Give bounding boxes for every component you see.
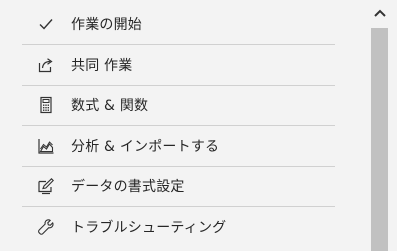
menu-item-data-formatting[interactable]: データの書式設定 [22, 166, 335, 206]
calculator-icon [36, 95, 56, 115]
wrench-icon [36, 217, 56, 237]
scrollbar-thumb[interactable] [371, 28, 388, 251]
menu-item-troubleshooting[interactable]: トラブルシューティング [22, 207, 335, 247]
menu-item-label: 分析 & インポートする [71, 139, 220, 155]
vertical-scrollbar[interactable] [362, 0, 397, 251]
share-icon [36, 55, 56, 75]
menu-item-collaboration[interactable]: 共同 作業 [22, 45, 335, 85]
checkmark-icon [36, 14, 56, 34]
chevron-up-icon [373, 3, 387, 22]
menu-item-analyze-import[interactable]: 分析 & インポートする [22, 126, 335, 166]
menu-item-label: 数式 & 関数 [71, 98, 149, 114]
menu-item-label: データの書式設定 [71, 179, 185, 195]
area-chart-icon [36, 136, 56, 156]
menu-item-formulas-functions[interactable]: 数式 & 関数 [22, 85, 335, 125]
menu-item-label: 作業の開始 [71, 17, 142, 33]
help-topics-menu: 作業の開始 共同 作業 数式 & 関数 分析 & インポートする データの書式設… [0, 0, 362, 251]
format-edit-icon [36, 176, 56, 196]
scroll-up-button[interactable] [362, 0, 397, 24]
menu-item-label: 共同 作業 [71, 58, 133, 74]
menu-item-getting-started[interactable]: 作業の開始 [22, 4, 335, 44]
menu-item-label: トラブルシューティング [71, 220, 227, 236]
